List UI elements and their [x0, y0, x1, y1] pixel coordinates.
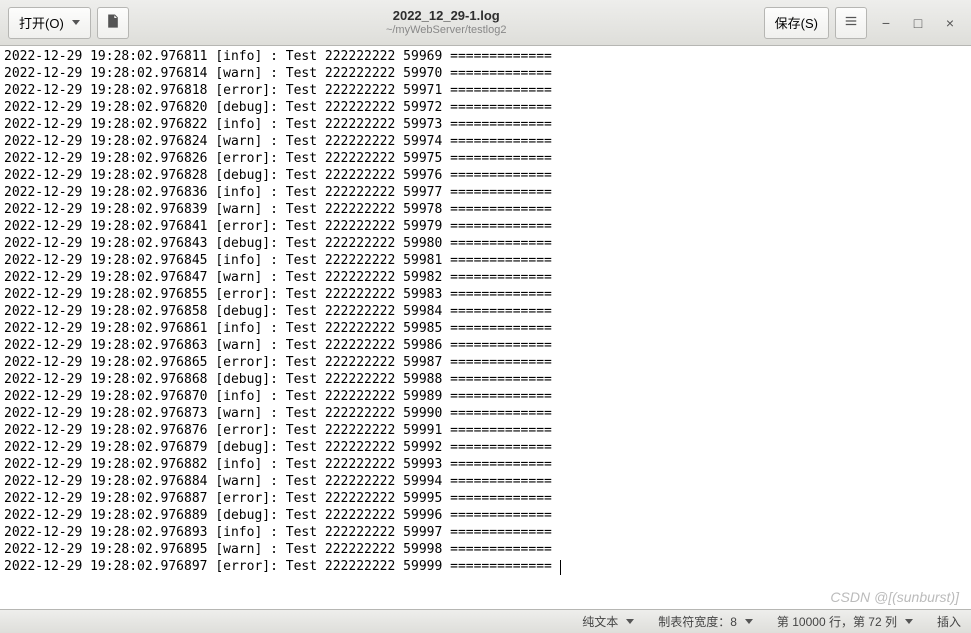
status-bar: 纯文本 制表符宽度：8 第 10000 行，第 72 列 插入	[0, 609, 971, 633]
text-editor[interactable]: 2022-12-29 19:28:02.976811 [info] : Test…	[0, 46, 971, 609]
document-path: ~/myWebServer/testlog2	[135, 24, 758, 37]
window-minimize-button[interactable]: −	[873, 10, 899, 36]
minimize-icon: −	[882, 15, 890, 31]
watermark: CSDN @[(sunburst)]	[830, 589, 959, 605]
tab-width-selector[interactable]: 制表符宽度：8	[658, 613, 753, 630]
window-close-button[interactable]: ×	[937, 10, 963, 36]
title-block: 2022_12_29-1.log ~/myWebServer/testlog2	[135, 8, 758, 37]
save-button[interactable]: 保存(S)	[764, 7, 829, 39]
header-toolbar: 打开(O) 2022_12_29-1.log ~/myWebServer/tes…	[0, 0, 971, 46]
tab-width-label: 制表符宽度：8	[658, 613, 737, 630]
new-document-button[interactable]	[97, 7, 129, 39]
document-icon	[106, 14, 120, 31]
syntax-label: 纯文本	[582, 613, 618, 630]
editor-content[interactable]: 2022-12-29 19:28:02.976811 [info] : Test…	[0, 46, 971, 577]
open-button[interactable]: 打开(O)	[8, 7, 91, 39]
cursor-position[interactable]: 第 10000 行，第 72 列	[777, 613, 913, 630]
save-label: 保存(S)	[775, 13, 818, 32]
insert-mode-label: 插入	[937, 613, 961, 630]
document-title: 2022_12_29-1.log	[135, 8, 758, 24]
maximize-icon: □	[914, 15, 922, 31]
hamburger-menu-button[interactable]	[835, 7, 867, 39]
window-maximize-button[interactable]: □	[905, 10, 931, 36]
cursor-position-label: 第 10000 行，第 72 列	[777, 613, 897, 630]
insert-mode[interactable]: 插入	[937, 613, 961, 630]
close-icon: ×	[946, 15, 954, 31]
open-label: 打开(O)	[19, 13, 64, 32]
hamburger-icon	[844, 14, 858, 31]
syntax-selector[interactable]: 纯文本	[582, 613, 634, 630]
